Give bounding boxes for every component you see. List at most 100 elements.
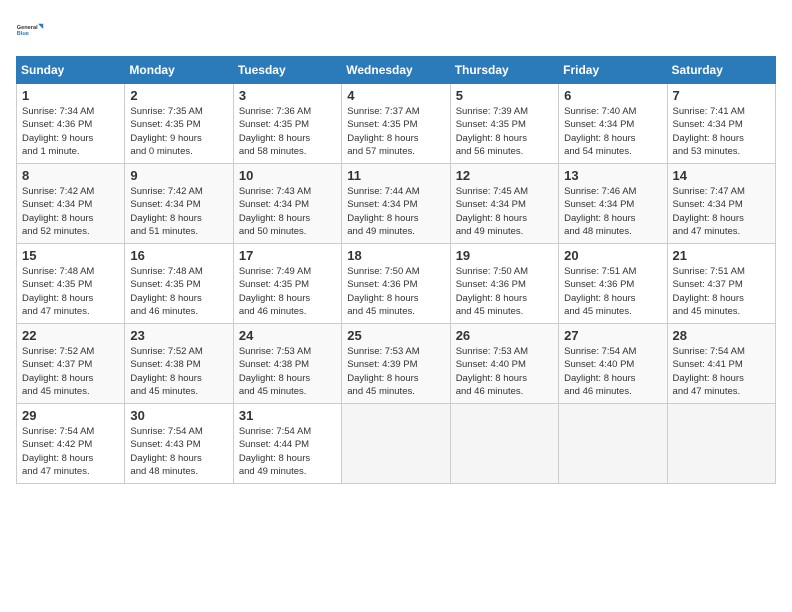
calendar-cell: 30Sunrise: 7:54 AM Sunset: 4:43 PM Dayli… xyxy=(125,404,233,484)
day-info: Sunrise: 7:51 AM Sunset: 4:37 PM Dayligh… xyxy=(673,265,770,318)
day-info: Sunrise: 7:50 AM Sunset: 4:36 PM Dayligh… xyxy=(347,265,444,318)
calendar-cell: 3 Sunrise: 7:36 AM Sunset: 4:35 PM Daylig… xyxy=(233,84,341,164)
calendar-cell: 5 Sunrise: 7:39 AM Sunset: 4:35 PM Daylig… xyxy=(450,84,558,164)
calendar-cell: 25 Sunrise: 7:53 AM Sunset: 4:39 PM Dayli… xyxy=(342,324,450,404)
calendar-cell: 6Sunrise: 7:40 AM Sunset: 4:34 PM Daylig… xyxy=(559,84,667,164)
day-number: 21 xyxy=(673,248,770,263)
calendar-cell: 12 Sunrise: 7:45 AM Sunset: 4:34 PM Dayli… xyxy=(450,164,558,244)
calendar-cell: 1 Sunrise: 7:34 AM Sunset: 4:36 PM Daylig… xyxy=(17,84,125,164)
calendar-cell: 9 Sunrise: 7:42 AM Sunset: 4:34 PM Daylig… xyxy=(125,164,233,244)
calendar-cell: 15 Sunrise: 7:48 AM Sunset: 4:35 PM Dayli… xyxy=(17,244,125,324)
day-info: Sunrise: 7:54 AM Sunset: 4:44 PM Dayligh… xyxy=(239,425,336,478)
day-info: Sunrise: 7:35 AM Sunset: 4:35 PM Dayligh… xyxy=(130,105,227,158)
logo: GeneralBlue xyxy=(16,16,44,44)
weekday-header-friday: Friday xyxy=(559,57,667,84)
calendar-cell: 19Sunrise: 7:50 AM Sunset: 4:36 PM Dayli… xyxy=(450,244,558,324)
day-number: 11 xyxy=(347,168,444,183)
day-info: Sunrise: 7:47 AM Sunset: 4:34 PM Dayligh… xyxy=(673,185,770,238)
calendar-table: SundayMondayTuesdayWednesdayThursdayFrid… xyxy=(16,56,776,484)
day-info: Sunrise: 7:53 AM Sunset: 4:38 PM Dayligh… xyxy=(239,345,336,398)
day-info: Sunrise: 7:54 AM Sunset: 4:41 PM Dayligh… xyxy=(673,345,770,398)
day-number: 28 xyxy=(673,328,770,343)
calendar-week-row: 15 Sunrise: 7:48 AM Sunset: 4:35 PM Dayli… xyxy=(17,244,776,324)
svg-text:General: General xyxy=(17,25,38,31)
calendar-cell xyxy=(667,404,775,484)
calendar-cell: 27 Sunrise: 7:54 AM Sunset: 4:40 PM Dayli… xyxy=(559,324,667,404)
day-number: 31 xyxy=(239,408,336,423)
calendar-cell: 4 Sunrise: 7:37 AM Sunset: 4:35 PM Daylig… xyxy=(342,84,450,164)
day-number: 22 xyxy=(22,328,119,343)
day-number: 8 xyxy=(22,168,119,183)
calendar-week-row: 8 Sunrise: 7:42 AM Sunset: 4:34 PM Daylig… xyxy=(17,164,776,244)
day-info: Sunrise: 7:39 AM Sunset: 4:35 PM Dayligh… xyxy=(456,105,553,158)
day-number: 29 xyxy=(22,408,119,423)
weekday-header-wednesday: Wednesday xyxy=(342,57,450,84)
day-number: 26 xyxy=(456,328,553,343)
day-number: 16 xyxy=(130,248,227,263)
calendar-cell: 8Sunrise: 7:42 AM Sunset: 4:34 PM Daylig… xyxy=(17,164,125,244)
day-number: 17 xyxy=(239,248,336,263)
day-number: 1 xyxy=(22,88,119,103)
day-info: Sunrise: 7:48 AM Sunset: 4:35 PM Dayligh… xyxy=(22,265,119,318)
calendar-cell: 7 Sunrise: 7:41 AM Sunset: 4:34 PM Daylig… xyxy=(667,84,775,164)
day-number: 30 xyxy=(130,408,227,423)
day-number: 20 xyxy=(564,248,661,263)
day-number: 7 xyxy=(673,88,770,103)
calendar-cell: 11 Sunrise: 7:44 AM Sunset: 4:34 PM Dayli… xyxy=(342,164,450,244)
weekday-header-monday: Monday xyxy=(125,57,233,84)
day-info: Sunrise: 7:54 AM Sunset: 4:42 PM Dayligh… xyxy=(22,425,119,478)
day-number: 10 xyxy=(239,168,336,183)
weekday-header-saturday: Saturday xyxy=(667,57,775,84)
day-info: Sunrise: 7:44 AM Sunset: 4:34 PM Dayligh… xyxy=(347,185,444,238)
day-number: 27 xyxy=(564,328,661,343)
calendar-cell: 26 Sunrise: 7:53 AM Sunset: 4:40 PM Dayli… xyxy=(450,324,558,404)
day-number: 14 xyxy=(673,168,770,183)
day-number: 2 xyxy=(130,88,227,103)
calendar-cell: 31 Sunrise: 7:54 AM Sunset: 4:44 PM Dayli… xyxy=(233,404,341,484)
calendar-cell: 14 Sunrise: 7:47 AM Sunset: 4:34 PM Dayli… xyxy=(667,164,775,244)
day-number: 9 xyxy=(130,168,227,183)
svg-text:Blue: Blue xyxy=(17,31,29,37)
page-header: GeneralBlue xyxy=(16,16,776,44)
weekday-header-thursday: Thursday xyxy=(450,57,558,84)
calendar-cell xyxy=(342,404,450,484)
calendar-cell: 20 Sunrise: 7:51 AM Sunset: 4:36 PM Dayli… xyxy=(559,244,667,324)
day-info: Sunrise: 7:42 AM Sunset: 4:34 PM Dayligh… xyxy=(130,185,227,238)
calendar-cell: 2 Sunrise: 7:35 AM Sunset: 4:35 PM Daylig… xyxy=(125,84,233,164)
day-number: 5 xyxy=(456,88,553,103)
day-info: Sunrise: 7:53 AM Sunset: 4:39 PM Dayligh… xyxy=(347,345,444,398)
calendar-cell: 16Sunrise: 7:48 AM Sunset: 4:35 PM Dayli… xyxy=(125,244,233,324)
day-info: Sunrise: 7:37 AM Sunset: 4:35 PM Dayligh… xyxy=(347,105,444,158)
day-number: 19 xyxy=(456,248,553,263)
calendar-cell xyxy=(450,404,558,484)
day-number: 12 xyxy=(456,168,553,183)
calendar-cell: 10Sunrise: 7:43 AM Sunset: 4:34 PM Dayli… xyxy=(233,164,341,244)
day-number: 24 xyxy=(239,328,336,343)
day-number: 25 xyxy=(347,328,444,343)
day-info: Sunrise: 7:34 AM Sunset: 4:36 PM Dayligh… xyxy=(22,105,119,158)
day-info: Sunrise: 7:49 AM Sunset: 4:35 PM Dayligh… xyxy=(239,265,336,318)
day-info: Sunrise: 7:46 AM Sunset: 4:34 PM Dayligh… xyxy=(564,185,661,238)
calendar-cell: 24 Sunrise: 7:53 AM Sunset: 4:38 PM Dayli… xyxy=(233,324,341,404)
day-info: Sunrise: 7:53 AM Sunset: 4:40 PM Dayligh… xyxy=(456,345,553,398)
day-number: 15 xyxy=(22,248,119,263)
weekday-header-tuesday: Tuesday xyxy=(233,57,341,84)
day-info: Sunrise: 7:52 AM Sunset: 4:37 PM Dayligh… xyxy=(22,345,119,398)
day-number: 23 xyxy=(130,328,227,343)
day-info: Sunrise: 7:41 AM Sunset: 4:34 PM Dayligh… xyxy=(673,105,770,158)
day-info: Sunrise: 7:51 AM Sunset: 4:36 PM Dayligh… xyxy=(564,265,661,318)
weekday-header-row: SundayMondayTuesdayWednesdayThursdayFrid… xyxy=(17,57,776,84)
day-number: 4 xyxy=(347,88,444,103)
calendar-cell: 28 Sunrise: 7:54 AM Sunset: 4:41 PM Dayli… xyxy=(667,324,775,404)
weekday-header-sunday: Sunday xyxy=(17,57,125,84)
calendar-cell: 23Sunrise: 7:52 AM Sunset: 4:38 PM Dayli… xyxy=(125,324,233,404)
day-number: 3 xyxy=(239,88,336,103)
day-info: Sunrise: 7:54 AM Sunset: 4:40 PM Dayligh… xyxy=(564,345,661,398)
calendar-cell xyxy=(559,404,667,484)
calendar-week-row: 22 Sunrise: 7:52 AM Sunset: 4:37 PM Dayli… xyxy=(17,324,776,404)
day-info: Sunrise: 7:45 AM Sunset: 4:34 PM Dayligh… xyxy=(456,185,553,238)
calendar-cell: 22 Sunrise: 7:52 AM Sunset: 4:37 PM Dayli… xyxy=(17,324,125,404)
day-info: Sunrise: 7:36 AM Sunset: 4:35 PM Dayligh… xyxy=(239,105,336,158)
logo-icon: GeneralBlue xyxy=(16,16,44,44)
calendar-week-row: 29 Sunrise: 7:54 AM Sunset: 4:42 PM Dayli… xyxy=(17,404,776,484)
